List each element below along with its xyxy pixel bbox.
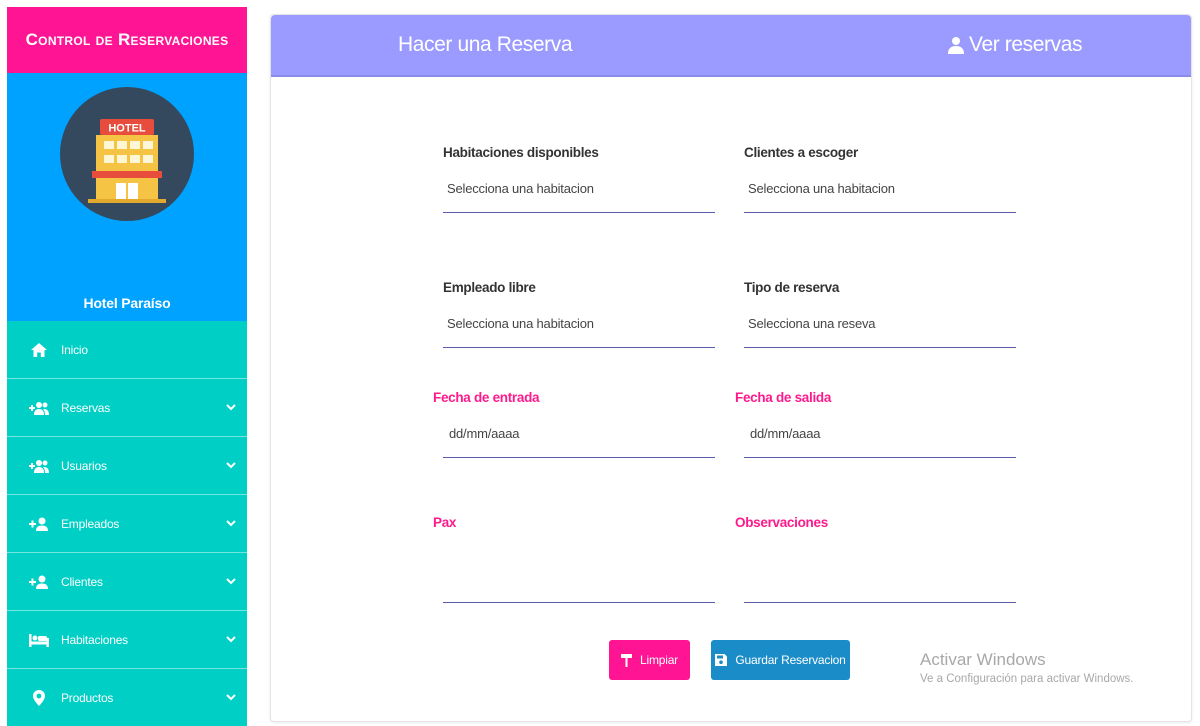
clients-field: Clientes a escoger Selecciona una habita… xyxy=(744,145,1016,213)
sidebar-item-label: Habitaciones xyxy=(61,632,128,647)
tab-label: Hacer una Reserva xyxy=(398,33,573,56)
watermark-title: Activar Windows xyxy=(920,650,1046,669)
sidebar-item-label: Usuarios xyxy=(61,458,107,473)
reservation-type-select[interactable]: Selecciona una reseva xyxy=(744,314,1016,348)
home-icon xyxy=(29,342,49,358)
chevron-down-icon xyxy=(225,634,237,646)
rooms-label: Habitaciones disponibles xyxy=(443,145,599,160)
check-in-label: Fecha de entrada xyxy=(433,390,540,405)
save-reservation-button[interactable]: Guardar Reservacion xyxy=(711,640,850,680)
sidebar-item-label: Inicio xyxy=(61,342,88,357)
add-user-icon xyxy=(29,574,49,590)
hotel-building-icon: HOTEL xyxy=(88,119,166,203)
notes-field: Observaciones xyxy=(735,515,1016,603)
clients-label: Clientes a escoger xyxy=(744,145,858,160)
pax-input[interactable] xyxy=(443,569,715,603)
hotel-profile: HOTEL Hotel Paraíso xyxy=(7,73,247,321)
watermark-subtitle: Ve a Configuración para activar Windows. xyxy=(920,673,1134,685)
sidebar-item-label: Productos xyxy=(61,690,114,705)
rooms-field: Habitaciones disponibles Selecciona una … xyxy=(443,145,715,213)
tab-label: Ver reservas xyxy=(969,33,1083,56)
clear-button-label: Limpiar xyxy=(640,653,678,667)
sidebar-item-label: Empleados xyxy=(61,516,120,531)
sidebar-item-clientes[interactable]: Clientes xyxy=(7,553,247,611)
tab-make-reservation[interactable]: Hacer una Reserva xyxy=(398,15,573,75)
bed-icon xyxy=(29,632,49,648)
clear-button[interactable]: Limpiar xyxy=(609,640,690,680)
sidebar-item-productos[interactable]: Productos xyxy=(7,669,247,726)
check-out-label: Fecha de salida xyxy=(735,390,832,405)
chevron-down-icon xyxy=(225,692,237,704)
sidebar-item-label: Reservas xyxy=(61,400,111,415)
employee-select[interactable]: Selecciona una habitacion xyxy=(443,314,715,348)
rooms-select[interactable]: Selecciona una habitacion xyxy=(443,179,715,213)
windows-activation-watermark: Activar Windows Ve a Configuración para … xyxy=(920,650,1134,685)
notes-input[interactable] xyxy=(744,569,1016,603)
sidebar-item-reservas[interactable]: Reservas xyxy=(7,379,247,437)
sidebar-nav: Inicio Reservas Usuarios Empleados Clien… xyxy=(7,321,247,726)
sidebar-item-empleados[interactable]: Empleados xyxy=(7,495,247,553)
app-title: Control de Reservaciones xyxy=(7,7,247,73)
reservation-type-field: Tipo de reserva Selecciona una reseva xyxy=(744,280,1016,348)
add-users-icon xyxy=(29,458,49,474)
chevron-down-icon xyxy=(225,460,237,472)
hotel-sign-text: HOTEL xyxy=(108,123,146,135)
check-out-date-input[interactable]: dd/mm/aaaa xyxy=(744,424,1016,458)
add-users-icon xyxy=(29,400,49,416)
hotel-name: Hotel Paraíso xyxy=(83,295,171,311)
sidebar-item-habitaciones[interactable]: Habitaciones xyxy=(7,611,247,669)
page: Control de Reservaciones HOTEL Hotel Par… xyxy=(0,0,1200,726)
check-in-date-input[interactable]: dd/mm/aaaa xyxy=(443,424,715,458)
paint-roller-icon xyxy=(621,653,633,667)
pax-label: Pax xyxy=(433,515,457,530)
location-pin-icon xyxy=(29,689,49,706)
employee-field: Empleado libre Selecciona una habitacion xyxy=(443,280,715,348)
pax-field: Pax xyxy=(433,515,715,603)
floppy-disk-icon xyxy=(715,654,728,666)
sidebar-item-label: Clientes xyxy=(61,574,103,589)
check-in-field: Fecha de entrada dd/mm/aaaa xyxy=(433,390,715,458)
tab-view-reservations[interactable]: Ver reservas xyxy=(947,15,1082,75)
chevron-down-icon xyxy=(225,402,237,414)
employee-label: Empleado libre xyxy=(443,280,536,295)
chevron-down-icon xyxy=(225,518,237,530)
card-header: Hacer una Reserva Ver reservas xyxy=(271,15,1191,75)
sidebar: Control de Reservaciones HOTEL Hotel Par… xyxy=(7,7,247,726)
notes-label: Observaciones xyxy=(735,515,828,530)
add-user-icon xyxy=(29,516,49,532)
chevron-down-icon xyxy=(225,576,237,588)
check-out-field: Fecha de salida dd/mm/aaaa xyxy=(735,390,1016,458)
hotel-avatar: HOTEL xyxy=(60,87,194,221)
clients-select[interactable]: Selecciona una habitacion xyxy=(744,179,1016,213)
sidebar-item-usuarios[interactable]: Usuarios xyxy=(7,437,247,495)
sidebar-item-inicio[interactable]: Inicio xyxy=(7,321,247,379)
reservation-card: Hacer una Reserva Ver reservas Habitacio… xyxy=(270,14,1192,722)
reservation-type-label: Tipo de reserva xyxy=(744,280,840,295)
user-icon xyxy=(948,37,964,54)
save-button-label: Guardar Reservacion xyxy=(735,653,846,667)
